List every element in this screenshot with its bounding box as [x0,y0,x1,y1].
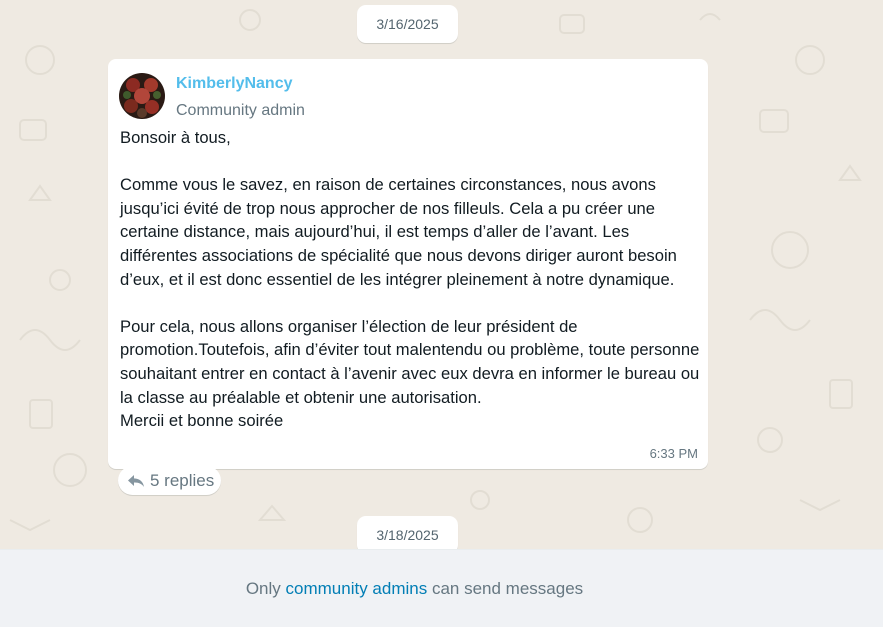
notice-suffix: can send messages [427,579,584,598]
message-time: 6:33 PM [649,446,698,461]
sender-role: Community admin [176,102,305,119]
date-separator: 3/18/2025 [357,516,458,549]
message-text: Bonsoir à tous, Comme vous le savez, en … [120,128,700,431]
community-admins-link[interactable]: community admins [286,579,428,598]
sender-name[interactable]: KimberlyNancy [176,75,293,93]
send-restriction-notice: Only community admins can send messages [0,579,829,599]
replies-button[interactable]: 5 replies [118,466,221,495]
message-bubble[interactable]: KimberlyNancy Community admin Bonsoir à … [108,59,708,469]
replies-count: 5 replies [150,470,215,490]
avatar-image [119,73,165,119]
reply-arrow-icon [127,474,145,488]
avatar[interactable] [119,73,165,119]
chat-area: 3/16/2025 KimberlyNancy Community admin … [0,0,883,549]
composer-footer: Only community admins can send messages [0,549,883,627]
date-separator: 3/16/2025 [357,5,458,43]
notice-prefix: Only [245,579,286,598]
